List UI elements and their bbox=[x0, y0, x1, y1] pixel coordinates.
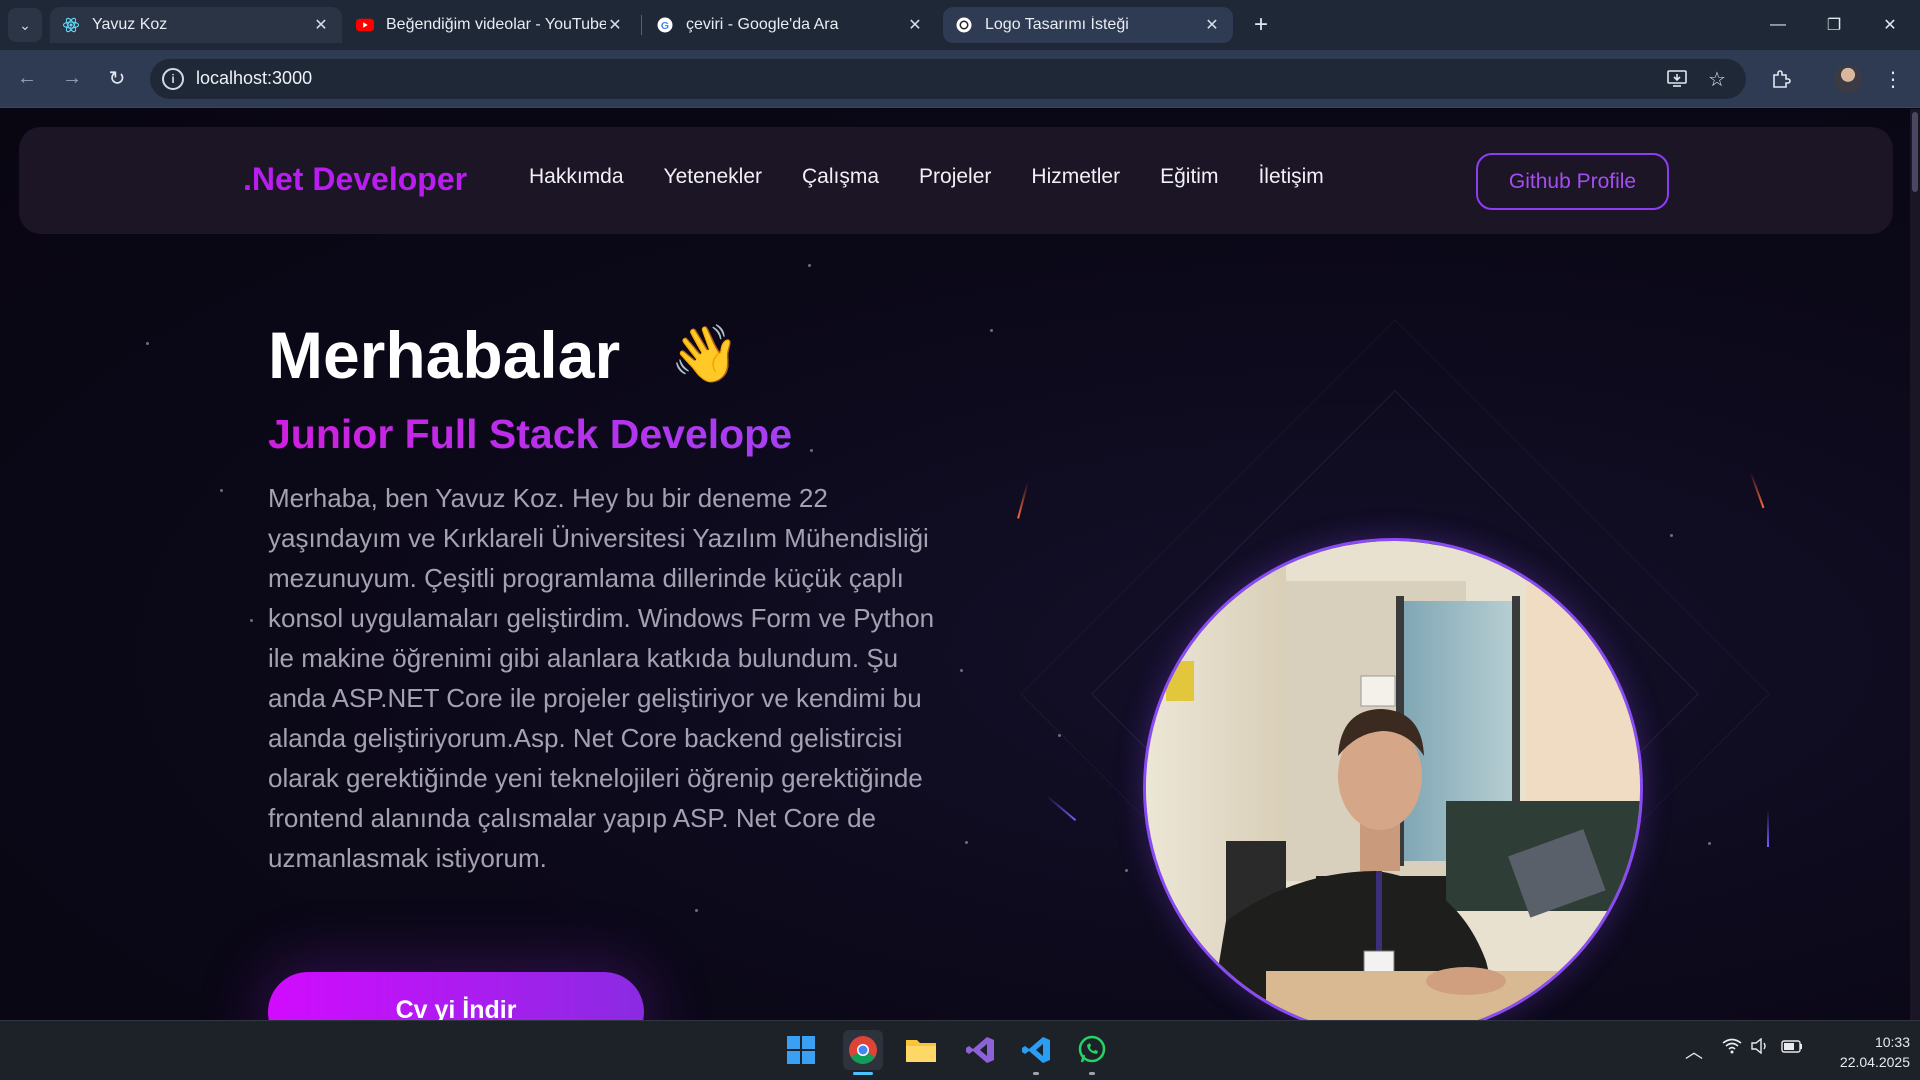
star bbox=[250, 619, 253, 622]
site-menu: Hakkımda Yetenekler Çalışma Projeler Hiz… bbox=[529, 165, 1324, 189]
site-brand[interactable]: .Net Developer bbox=[243, 161, 467, 198]
hero-bio: Merhaba, ben Yavuz Koz. Hey bu bir denem… bbox=[268, 483, 935, 873]
minimize-button[interactable]: — bbox=[1750, 0, 1806, 50]
star bbox=[990, 329, 993, 332]
tab-google-search[interactable]: G çeviri - Google'da Ara ✕ bbox=[644, 7, 936, 43]
show-hidden-icons[interactable]: ︿ bbox=[1685, 1038, 1703, 1064]
star bbox=[808, 264, 811, 267]
tab-yavuz-koz[interactable]: Yavuz Koz ✕ bbox=[50, 7, 342, 43]
volume-icon[interactable] bbox=[1751, 1037, 1771, 1059]
chrome-taskbar-icon[interactable] bbox=[843, 1030, 883, 1070]
more-menu-icon[interactable]: ⋮ bbox=[1878, 64, 1908, 94]
google-icon: G bbox=[656, 16, 674, 34]
tab-title: Yavuz Koz bbox=[92, 16, 168, 33]
file-explorer-icon[interactable] bbox=[901, 1030, 941, 1070]
waving-hand-icon: 👋 bbox=[670, 322, 740, 385]
clock-date: 22.04.2025 bbox=[1839, 1054, 1910, 1070]
nav-link-calisma[interactable]: Çalışma bbox=[802, 165, 879, 189]
tab-youtube[interactable]: Beğendiğim videolar - YouTube ✕ bbox=[344, 7, 636, 43]
vscode-icon[interactable] bbox=[1016, 1030, 1056, 1070]
system-clock[interactable]: 10:33 22.04.2025 bbox=[1810, 1032, 1910, 1072]
close-icon[interactable]: ✕ bbox=[606, 15, 624, 35]
reload-button[interactable]: ↻ bbox=[102, 63, 132, 93]
star bbox=[810, 449, 813, 452]
wifi-icon[interactable] bbox=[1722, 1038, 1742, 1059]
react-icon bbox=[62, 16, 80, 34]
tab-separator bbox=[641, 15, 642, 35]
close-icon[interactable]: ✕ bbox=[312, 15, 330, 35]
extensions-icon[interactable] bbox=[1766, 64, 1796, 94]
install-app-icon[interactable] bbox=[1662, 64, 1692, 94]
nav-link-iletisim[interactable]: İletişim bbox=[1258, 165, 1323, 189]
shooting-star bbox=[1749, 471, 1765, 509]
hero-greeting: Merhabalar bbox=[268, 318, 621, 392]
youtube-icon bbox=[356, 16, 374, 34]
scrollbar-thumb[interactable] bbox=[1912, 112, 1918, 192]
profile-avatar[interactable] bbox=[1834, 65, 1862, 93]
tab-title: Beğendiğim videolar - YouTube bbox=[386, 16, 606, 33]
portfolio-page: .Net Developer Hakkımda Yetenekler Çalış… bbox=[0, 109, 1910, 1020]
profile-photo bbox=[1143, 538, 1643, 1020]
site-info-icon[interactable]: i bbox=[162, 68, 184, 90]
shooting-star bbox=[1045, 795, 1077, 821]
back-button[interactable]: ← bbox=[12, 63, 42, 93]
close-icon[interactable]: ✕ bbox=[1203, 15, 1221, 35]
star bbox=[1708, 842, 1711, 845]
tab-logo-tasarimi[interactable]: Logo Tasarımı İsteği ✕ bbox=[943, 7, 1233, 43]
forward-button[interactable]: → bbox=[57, 63, 87, 93]
github-profile-button[interactable]: Github Profile bbox=[1476, 153, 1669, 210]
star bbox=[965, 841, 968, 844]
star bbox=[1670, 534, 1673, 537]
star bbox=[146, 342, 149, 345]
tab-title: Logo Tasarımı İsteği bbox=[985, 16, 1129, 33]
running-app-indicator bbox=[1089, 1072, 1095, 1075]
url-text[interactable]: localhost:3000 bbox=[196, 68, 312, 89]
battery-icon[interactable] bbox=[1781, 1038, 1803, 1059]
star bbox=[960, 669, 963, 672]
page-scrollbar[interactable] bbox=[1910, 109, 1920, 1020]
active-app-indicator bbox=[853, 1072, 873, 1075]
tab-title: çeviri - Google'da Ara bbox=[686, 16, 839, 33]
nav-link-hizmetler[interactable]: Hizmetler bbox=[1031, 165, 1120, 189]
nav-link-projeler[interactable]: Projeler bbox=[919, 165, 991, 189]
whatsapp-icon[interactable] bbox=[1072, 1030, 1112, 1070]
running-app-indicator bbox=[1033, 1072, 1039, 1075]
tab-search-button[interactable]: ⌄ bbox=[8, 8, 42, 42]
close-icon[interactable]: ✕ bbox=[906, 15, 924, 35]
bookmark-star-icon[interactable]: ☆ bbox=[1702, 64, 1732, 94]
svg-text:G: G bbox=[661, 20, 669, 32]
star bbox=[695, 909, 698, 912]
new-tab-button[interactable]: + bbox=[1246, 10, 1276, 40]
close-window-button[interactable]: ✕ bbox=[1862, 0, 1918, 50]
star bbox=[1125, 869, 1128, 872]
shooting-star bbox=[1017, 481, 1029, 519]
star bbox=[220, 489, 223, 492]
nav-link-hakkimda[interactable]: Hakkımda bbox=[529, 165, 624, 189]
download-cv-button[interactable]: Cv yi İndir bbox=[268, 972, 644, 1020]
visual-studio-icon[interactable] bbox=[960, 1030, 1000, 1070]
windows-start-icon[interactable] bbox=[781, 1030, 821, 1070]
chatgpt-icon bbox=[955, 16, 973, 34]
shooting-star bbox=[1767, 809, 1769, 847]
nav-link-yetenekler[interactable]: Yetenekler bbox=[664, 165, 762, 189]
clock-time: 10:33 bbox=[1874, 1034, 1910, 1050]
address-bar[interactable] bbox=[150, 59, 1746, 99]
nav-link-egitim[interactable]: Eğitim bbox=[1160, 165, 1218, 189]
hero-role: Junior Full Stack Develope bbox=[268, 411, 793, 457]
restore-button[interactable]: ❐ bbox=[1806, 0, 1862, 50]
